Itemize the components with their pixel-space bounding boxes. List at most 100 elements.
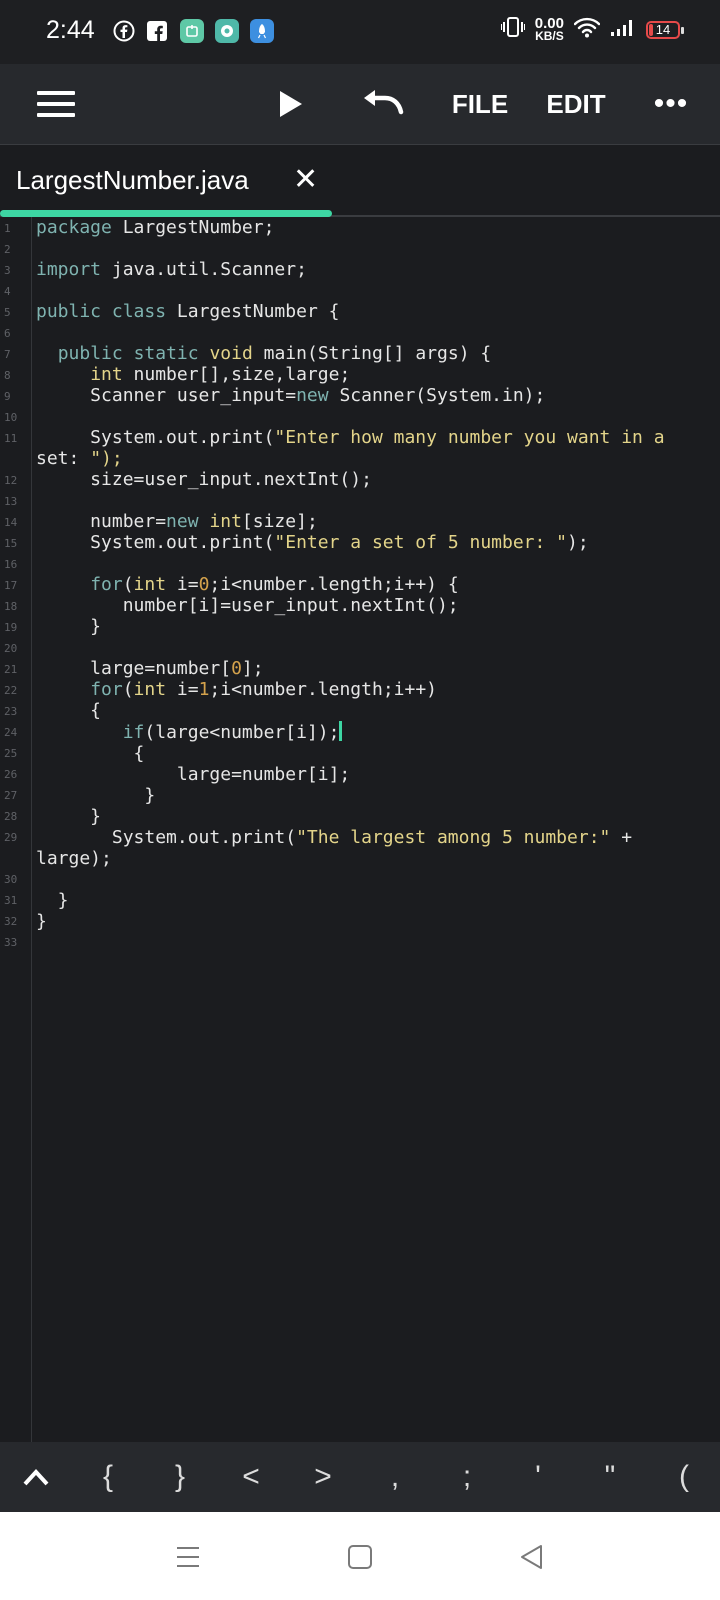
symbol-key-double-quote[interactable]: " [586, 1442, 634, 1512]
facebook-icon [112, 19, 136, 43]
code-line: for(int i=0;i<number.length;i++) { [90, 574, 459, 595]
gutter-divider [31, 217, 32, 1442]
code-editor[interactable]: 1 2 3 4 5 6 7 8 9 10 11 12 13 14 15 16 17 18 19 20 21 22 23 24 2… [0, 217, 720, 1442]
file-tab-bar: LargestNumber.java ✕ [0, 145, 720, 217]
code-line: public static void main(String[] args) { [57, 343, 492, 364]
undo-button[interactable] [352, 64, 414, 144]
line-number: 21 [4, 663, 18, 676]
network-speed-unit: KB/S [535, 28, 564, 43]
line-number: 33 [4, 936, 18, 949]
code-line: import java.util.Scanner; [36, 259, 307, 280]
code-line-with-cursor: if(large<number[i]); [36, 721, 343, 743]
network-speed-value: 0.00 [534, 14, 564, 32]
code-line: set: "); [36, 448, 123, 469]
code-line: for(int i=1;i<number.length;i++) [90, 679, 437, 700]
file-menu-button[interactable]: FILE [440, 64, 520, 144]
expand-toolbar-button[interactable] [12, 1442, 60, 1512]
code-line: } [36, 785, 156, 806]
recent-apps-icon [177, 1547, 199, 1567]
code-line: package LargestNumber; [36, 217, 275, 238]
line-number: 4 [4, 285, 11, 298]
line-number: 22 [4, 684, 18, 697]
line-number: 10 [4, 411, 18, 424]
line-number: 15 [4, 537, 18, 550]
line-number: 27 [4, 789, 18, 802]
line-number: 17 [4, 579, 18, 592]
android-navigation-bar [0, 1512, 720, 1600]
line-number: 24 [4, 726, 18, 739]
symbol-key-single-quote[interactable]: ' [514, 1442, 562, 1512]
code-area[interactable]: package LargestNumber; import java.util.… [36, 217, 720, 932]
battery-level: 14 [655, 22, 671, 37]
edit-menu-button[interactable]: EDIT [536, 64, 616, 144]
home-button[interactable] [340, 1540, 380, 1574]
editor-toolbar: FILE EDIT ••• [0, 64, 720, 145]
symbol-key-greater-than[interactable]: > [299, 1442, 347, 1512]
code-line: } [36, 616, 102, 637]
code-line: { [36, 743, 145, 764]
recent-apps-button[interactable] [168, 1540, 208, 1574]
facebook-square-icon [145, 19, 169, 43]
line-number: 16 [4, 558, 18, 571]
line-number: 3 [4, 264, 11, 277]
code-line: number[i]=user_input.nextInt(); [36, 595, 459, 616]
line-number: 2 [4, 243, 11, 256]
symbol-key-comma[interactable]: , [371, 1442, 419, 1512]
status-right-group: 0.00 KB/S 14 [499, 14, 684, 43]
line-number: 7 [4, 348, 11, 361]
more-options-button[interactable]: ••• [640, 64, 702, 144]
line-number: 28 [4, 810, 18, 823]
code-line: } [36, 806, 102, 827]
symbol-key-open-brace[interactable]: { [84, 1442, 132, 1512]
code-line: size=user_input.nextInt(); [36, 469, 372, 490]
run-button[interactable] [262, 64, 318, 144]
text-cursor [339, 721, 343, 741]
wifi-icon [573, 16, 601, 43]
line-number: 19 [4, 621, 18, 634]
line-number: 20 [4, 642, 18, 655]
symbol-key-close-brace[interactable]: } [156, 1442, 204, 1512]
code-line: large); [36, 848, 112, 869]
tab-title: LargestNumber.java [16, 165, 249, 195]
line-number: 14 [4, 516, 18, 529]
line-number: 23 [4, 705, 18, 718]
menu-button[interactable] [22, 64, 90, 144]
symbol-keyboard-bar: { } < > , ; ' " ( [0, 1442, 720, 1512]
code-line: { [36, 700, 102, 721]
line-number: 32 [4, 915, 18, 928]
status-bar: 2:44 0.00 KB/S 14 [0, 0, 720, 64]
home-icon [348, 1545, 372, 1569]
vibrate-icon [499, 16, 526, 43]
symbol-key-semicolon[interactable]: ; [443, 1442, 491, 1512]
chevron-up-icon [23, 1469, 49, 1486]
code-line: public class LargestNumber { [36, 301, 340, 322]
code-line: int number[],size,large; [90, 364, 351, 385]
symbol-key-open-paren[interactable]: ( [660, 1442, 708, 1512]
undo-icon [364, 90, 404, 115]
close-icon[interactable]: ✕ [293, 165, 318, 195]
code-line: large=number[i]; [36, 764, 351, 785]
line-number: 13 [4, 495, 18, 508]
line-number: 30 [4, 873, 18, 886]
status-time: 2:44 [46, 16, 95, 44]
line-number: 25 [4, 747, 18, 760]
line-number: 12 [4, 474, 18, 487]
code-line: System.out.print("The largest among 5 nu… [36, 827, 633, 848]
line-number: 6 [4, 327, 11, 340]
code-line: number=new int[size]; [36, 511, 318, 532]
code-line: System.out.print("Enter how many number … [36, 427, 665, 448]
code-line: Scanner user_input=new Scanner(System.in… [36, 385, 546, 406]
line-number: 5 [4, 306, 11, 319]
back-button[interactable] [512, 1540, 552, 1574]
tab-largest-number-java[interactable]: LargestNumber.java ✕ [0, 145, 332, 217]
active-tab-indicator [0, 210, 332, 217]
line-number: 31 [4, 894, 18, 907]
signal-icon [610, 17, 636, 42]
app-icon-green [180, 19, 204, 43]
line-number: 29 [4, 831, 18, 844]
code-line: large=number[0]; [36, 658, 264, 679]
play-icon [280, 91, 302, 117]
line-number: 18 [4, 600, 18, 613]
rocket-app-icon [250, 19, 274, 43]
symbol-key-less-than[interactable]: < [227, 1442, 275, 1512]
